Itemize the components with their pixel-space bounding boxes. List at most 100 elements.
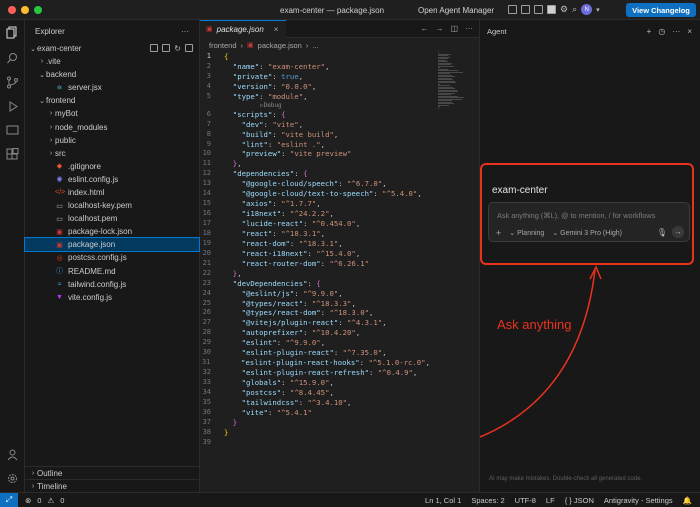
run-debug-icon[interactable] <box>6 100 19 113</box>
maximize-window-button[interactable] <box>34 5 42 14</box>
code-text: "name": "exam-center", <box>224 62 330 72</box>
split-editor-icon[interactable]: ◫ <box>450 24 458 33</box>
tree-file[interactable]: ▣ package.json <box>24 237 200 253</box>
code-line: 31 "eslint-plugin-react-hooks": "^5.1.0-… <box>200 358 430 368</box>
code-text: "devDependencies": { <box>224 279 321 289</box>
code-line: 19 "react-dom": "^18.3.1", <box>200 239 430 249</box>
chevron-down-icon: ⌄ <box>30 45 36 53</box>
minimap[interactable] <box>438 52 468 112</box>
new-chat-plus-icon[interactable]: + <box>647 27 652 36</box>
tree-file[interactable]: ◎ postcss.config.js <box>25 251 199 264</box>
tree-folder[interactable]: › myBot <box>25 107 199 120</box>
encoding[interactable]: UTF-8 <box>515 496 536 505</box>
code-token: : <box>294 169 304 179</box>
avatar[interactable]: N <box>581 4 593 15</box>
toggle-panel-icon[interactable] <box>521 5 530 14</box>
view-changelog-button[interactable]: View Changelog <box>626 3 696 17</box>
notifications-bell-icon[interactable]: 🔔 <box>683 496 692 505</box>
new-folder-icon[interactable] <box>162 44 171 52</box>
refresh-icon[interactable]: ↻ <box>174 44 181 53</box>
extensions-icon[interactable] <box>6 148 19 161</box>
tab-package-json[interactable]: ▣ package.json × <box>200 19 287 38</box>
code-token: "^18.3.1" <box>281 228 321 238</box>
microphone-icon[interactable]: 🎙 <box>657 228 667 237</box>
more-actions-icon[interactable]: ··· <box>181 27 189 36</box>
tree-file[interactable]: ◆ .gitignore <box>25 160 199 173</box>
search-icon[interactable] <box>6 52 19 65</box>
tree-file[interactable]: </> index.html <box>25 186 199 199</box>
line-number: 35 <box>202 397 211 406</box>
collapse-all-icon[interactable] <box>185 44 193 52</box>
explorer-files-icon[interactable] <box>6 26 19 39</box>
send-button[interactable]: → <box>672 226 684 238</box>
tree-folder[interactable]: ⌄ backend <box>25 68 199 81</box>
tree-file[interactable]: ≈ tailwind.config.js <box>25 278 199 291</box>
go-back-icon[interactable]: ← <box>420 24 428 33</box>
layout-icon[interactable] <box>547 5 556 14</box>
language-mode[interactable]: { } JSON <box>565 496 594 505</box>
end-of-line[interactable]: LF <box>546 496 555 505</box>
tree-folder[interactable]: › public <box>25 134 199 147</box>
source-control-icon[interactable] <box>6 76 19 89</box>
debug-codelens[interactable]: ▷Debug <box>200 102 430 110</box>
history-icon[interactable]: ◷ <box>658 27 665 36</box>
agent-chat-input[interactable]: Ask anything (⌘L), @ to mention, / for w… <box>497 211 655 220</box>
search-icon[interactable]: ⌕ <box>572 4 577 15</box>
chevron-down-icon[interactable]: ▾ <box>596 6 600 14</box>
cursor-position[interactable]: Ln 1, Col 1 <box>425 496 461 505</box>
open-agent-manager-button[interactable]: Open Agent Manager <box>418 6 494 15</box>
tree-file[interactable]: ▼ vite.config.js <box>25 291 199 304</box>
code-text: } <box>224 428 228 438</box>
timeline-section[interactable]: › Timeline <box>25 479 200 492</box>
toggle-secondary-sidebar-icon[interactable] <box>534 5 543 14</box>
code-token: , <box>338 288 343 298</box>
agent-title: Agent <box>487 26 507 36</box>
tree-file[interactable]: ▭ localhost.pem <box>25 212 199 225</box>
minimize-window-button[interactable] <box>21 5 29 14</box>
more-actions-icon[interactable]: ··· <box>672 27 680 36</box>
breadcrumb-folder[interactable]: frontend <box>209 41 237 50</box>
tree-file[interactable]: ▭ localhost-key.pem <box>25 199 199 212</box>
problems-indicator[interactable]: ⊗ 0 ⚠ 0 <box>25 496 64 505</box>
add-context-plus-icon[interactable]: + <box>496 228 501 238</box>
close-window-button[interactable] <box>8 5 16 14</box>
tree-folder[interactable]: ⌄ frontend <box>25 94 199 107</box>
tree-item-label: localhost.pem <box>68 214 118 224</box>
outline-section[interactable]: › Outline <box>25 466 200 479</box>
project-root[interactable]: ⌄ exam-center ↻ <box>25 42 199 55</box>
tree-folder[interactable]: › node_modules <box>25 120 199 133</box>
tree-file[interactable]: ⓘ README.md <box>25 265 199 278</box>
settings-status[interactable]: Antigravity - Settings <box>604 496 673 505</box>
code-editor[interactable]: 1{2 "name": "exam-center", 3 "private": t… <box>200 52 430 448</box>
tree-file[interactable]: ⚛ server.jsx <box>25 81 199 94</box>
close-tab-icon[interactable]: × <box>274 25 279 34</box>
indentation[interactable]: Spaces: 2 <box>471 496 504 505</box>
remote-indicator-icon[interactable]: ⤢ <box>0 492 18 507</box>
line-number: 31 <box>202 358 211 367</box>
tree-folder[interactable]: › .vite <box>25 55 199 68</box>
new-file-icon[interactable] <box>150 44 159 52</box>
mode-dropdown[interactable]: ⌄ Planning <box>509 229 544 237</box>
code-text: "@vitejs/plugin-react": "^4.3.1", <box>224 318 387 328</box>
tree-folder[interactable]: › src <box>25 147 199 160</box>
close-panel-icon[interactable]: × <box>687 27 692 36</box>
account-icon[interactable] <box>6 448 19 461</box>
breadcrumb-file[interactable]: package.json <box>258 41 302 50</box>
line-number: 2 <box>206 61 211 70</box>
breadcrumb-symbol[interactable]: ... <box>312 41 318 50</box>
tree-file[interactable]: ◉ eslint.config.js <box>25 173 199 186</box>
toggle-sidebar-icon[interactable] <box>508 5 517 14</box>
model-dropdown[interactable]: ⌄ Gemini 3 Pro (High) <box>552 229 622 237</box>
code-text: "react-i18next": "^15.4.0", <box>224 249 361 259</box>
manage-gear-icon[interactable] <box>6 472 19 485</box>
tree-file[interactable]: ▣ package-lock.json <box>25 225 199 238</box>
settings-gear-icon[interactable]: ⚙ <box>560 4 568 15</box>
go-forward-icon[interactable]: → <box>435 24 443 33</box>
more-actions-icon[interactable]: ··· <box>465 24 473 33</box>
remote-explorer-icon[interactable] <box>6 124 19 137</box>
